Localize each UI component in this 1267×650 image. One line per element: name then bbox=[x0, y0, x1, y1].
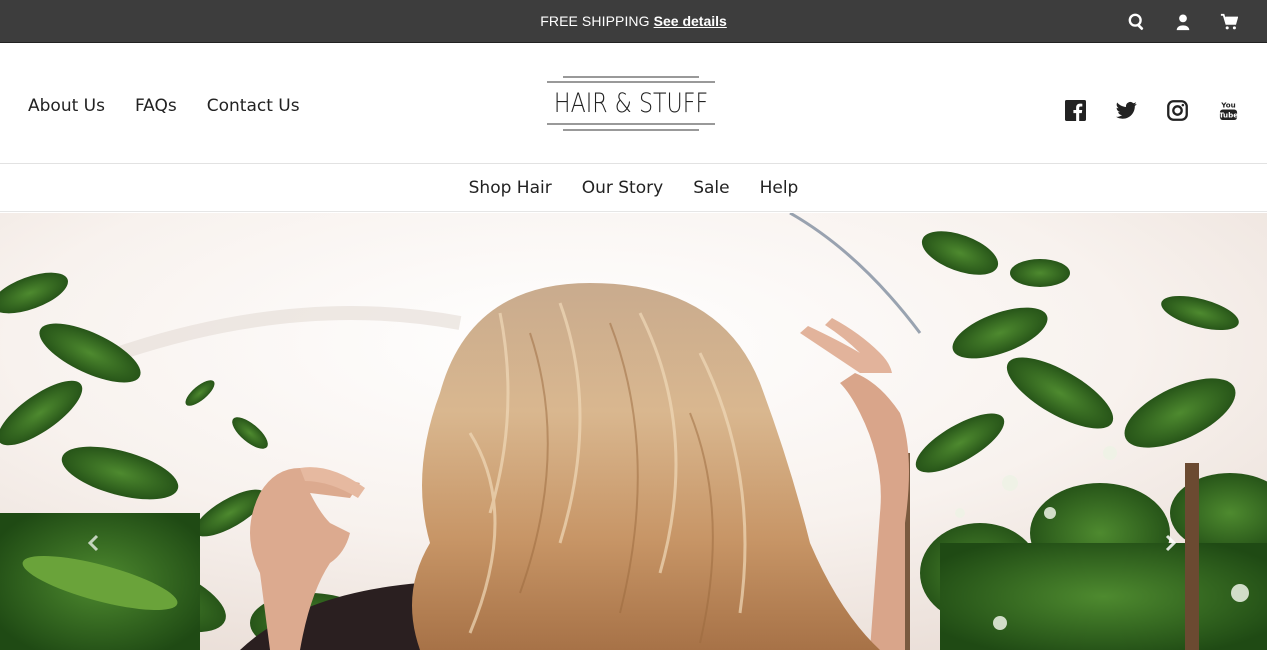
svg-text:Tube: Tube bbox=[1218, 110, 1237, 119]
logo-text: HAIR & STUFF bbox=[553, 88, 709, 119]
utility-icons bbox=[1127, 0, 1239, 43]
main-nav: Shop Hair Our Story Sale Help bbox=[0, 164, 1267, 212]
cart-icon[interactable] bbox=[1219, 12, 1239, 32]
search-icon[interactable] bbox=[1127, 12, 1147, 32]
see-details-link[interactable]: See details bbox=[654, 13, 727, 29]
faqs-link[interactable]: FAQs bbox=[135, 96, 177, 116]
site-header: About Us FAQs Contact Us HAIR & STUFF Yo… bbox=[0, 43, 1267, 164]
hero-slideshow bbox=[0, 213, 1267, 650]
announcement-bar: FREE SHIPPING See details bbox=[0, 0, 1267, 43]
hero-image bbox=[0, 213, 1267, 650]
nav-help[interactable]: Help bbox=[760, 178, 799, 198]
slide-prev-icon[interactable] bbox=[82, 528, 104, 558]
slide-next-icon[interactable] bbox=[1160, 528, 1182, 558]
twitter-icon[interactable] bbox=[1115, 99, 1137, 121]
top-links: About Us FAQs Contact Us bbox=[28, 96, 300, 116]
social-links: You Tube bbox=[1064, 99, 1239, 121]
contact-us-link[interactable]: Contact Us bbox=[207, 96, 300, 116]
site-logo[interactable]: HAIR & STUFF bbox=[547, 76, 715, 131]
svg-text:You: You bbox=[1220, 100, 1236, 109]
account-icon[interactable] bbox=[1173, 12, 1193, 32]
instagram-icon[interactable] bbox=[1166, 99, 1188, 121]
nav-shop-hair[interactable]: Shop Hair bbox=[469, 178, 552, 198]
nav-sale[interactable]: Sale bbox=[693, 178, 729, 198]
nav-our-story[interactable]: Our Story bbox=[582, 178, 663, 198]
about-us-link[interactable]: About Us bbox=[28, 96, 105, 116]
facebook-icon[interactable] bbox=[1064, 99, 1086, 121]
youtube-icon[interactable]: You Tube bbox=[1217, 99, 1239, 121]
announcement-text: FREE SHIPPING bbox=[540, 13, 650, 29]
